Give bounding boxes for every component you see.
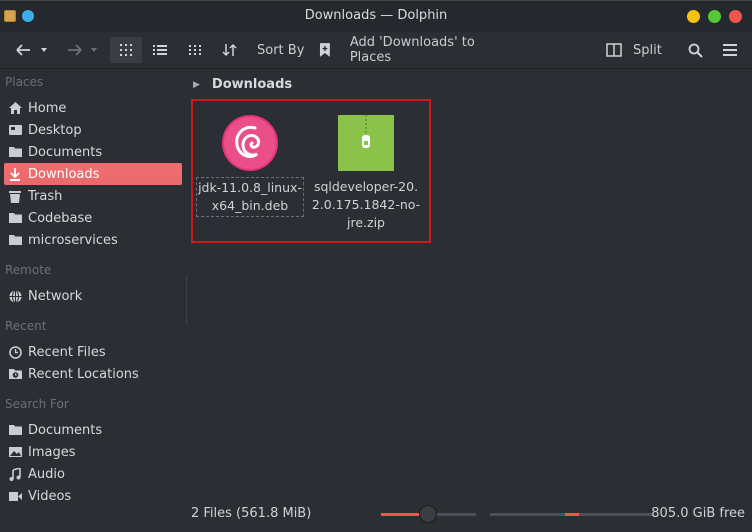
grid-view-icon xyxy=(120,44,132,56)
sidebar-item-network[interactable]: Network xyxy=(4,285,182,307)
sort-icon xyxy=(222,43,237,57)
details-view-button[interactable] xyxy=(146,37,174,63)
split-button[interactable]: Split xyxy=(606,37,670,63)
sidebar-item-desktop[interactable]: Desktop xyxy=(4,119,182,141)
sidebar-item-label: Images xyxy=(28,444,76,460)
recent-section-title: Recent xyxy=(5,319,47,333)
sidebar-item-recent-files[interactable]: Recent Files xyxy=(4,341,182,363)
file-item-sqldeveloper[interactable]: sqldeveloper-20. 2.0.175.1842-no- jre.zi… xyxy=(310,115,422,233)
debian-package-icon xyxy=(222,115,278,171)
sort-by-button[interactable]: Sort By xyxy=(222,37,306,63)
forward-button[interactable] xyxy=(62,37,100,63)
search-button[interactable] xyxy=(682,37,708,63)
bookmark-add-icon xyxy=(319,43,330,57)
file-item-jdk[interactable]: jdk-11.0.8_linux- x64_bin.deb xyxy=(194,115,306,217)
add-to-places-button[interactable]: Add 'Downloads' to Places xyxy=(318,35,518,65)
sidebar-item-label: Recent Files xyxy=(28,344,106,360)
back-button[interactable] xyxy=(12,37,50,63)
recent-files-icon xyxy=(8,345,22,359)
maximize-button[interactable] xyxy=(708,10,721,23)
free-space-used xyxy=(565,513,579,516)
sidebar-item-downloads[interactable]: Downloads xyxy=(4,163,182,185)
trash-icon xyxy=(8,189,22,203)
close-button[interactable] xyxy=(729,10,742,23)
status-summary: 2 Files (561.8 MiB) xyxy=(191,506,312,521)
image-icon xyxy=(8,445,22,459)
file-name: sqldeveloper-20. 2.0.175.1842-no- jre.zi… xyxy=(311,179,421,230)
window-title: Downloads — Dolphin xyxy=(304,8,448,23)
home-icon xyxy=(8,101,22,115)
chevron-right-icon[interactable]: ▶ xyxy=(193,80,200,90)
hamburger-menu-icon xyxy=(723,44,737,56)
desktop-icon xyxy=(8,123,22,137)
sidebar-item-label: Codebase xyxy=(28,210,93,226)
split-label: Split xyxy=(633,42,662,58)
audio-icon xyxy=(8,467,22,481)
recent-locations-icon xyxy=(8,367,22,381)
sidebar-item-trash[interactable]: Trash xyxy=(4,185,182,207)
sidebar-item-codebase[interactable]: Codebase xyxy=(4,207,182,229)
title-bar: Downloads — Dolphin xyxy=(0,0,752,33)
file-name: jdk-11.0.8_linux- x64_bin.deb xyxy=(196,177,304,217)
sidebar-item-label: Network xyxy=(28,288,83,304)
sidebar-item-home[interactable]: Home xyxy=(4,97,182,119)
compact-view-button[interactable] xyxy=(181,37,209,63)
zoom-slider-handle[interactable] xyxy=(419,505,437,523)
minimize-button[interactable] xyxy=(687,10,700,23)
sidebar-item-label: microservices xyxy=(28,232,118,248)
forward-arrow-icon xyxy=(68,44,97,56)
back-arrow-icon xyxy=(16,44,47,56)
sort-by-label: Sort By xyxy=(257,42,305,58)
zoom-slider-fill xyxy=(381,513,421,516)
sidebar-item-label: Audio xyxy=(28,466,65,482)
sidebar-item-label: Home xyxy=(28,100,67,116)
document-icon xyxy=(8,423,22,437)
sidebar-item-label: Desktop xyxy=(28,122,82,138)
status-bar: 2 Files (561.8 MiB) 805.0 GiB free xyxy=(0,501,752,529)
add-to-places-label: Add 'Downloads' to Places xyxy=(349,35,475,65)
file-view[interactable]: ▶ Downloads jdk-11.0.8_linux- x64_bin.de… xyxy=(187,69,752,501)
sidebar-item-documents[interactable]: Documents xyxy=(4,141,182,163)
split-view-icon xyxy=(606,43,622,57)
sidebar-item-search-documents[interactable]: Documents xyxy=(4,419,182,441)
icons-view-button[interactable] xyxy=(110,37,142,63)
sidebar-item-search-images[interactable]: Images xyxy=(4,441,182,463)
folder-icon xyxy=(8,145,22,159)
zip-archive-icon xyxy=(338,115,394,171)
free-space-label: 805.0 GiB free xyxy=(651,506,745,521)
sidebar-item-microservices[interactable]: microservices xyxy=(4,229,182,251)
folder-icon xyxy=(8,211,22,225)
folder-icon xyxy=(8,233,22,247)
sidebar-item-label: Recent Locations xyxy=(28,366,139,382)
toolbar: Sort By Add 'Downloads' to Places Split xyxy=(0,32,752,69)
list-view-icon xyxy=(153,45,167,55)
search-section-title: Search For xyxy=(5,397,69,411)
sidebar-item-recent-locations[interactable]: Recent Locations xyxy=(4,363,182,385)
network-icon xyxy=(8,289,22,303)
breadcrumb: ▶ Downloads xyxy=(193,77,292,92)
sidebar-item-label: Documents xyxy=(28,144,103,160)
sidebar-item-label: Trash xyxy=(28,188,63,204)
compact-view-icon xyxy=(189,45,201,55)
download-icon xyxy=(8,167,22,181)
places-panel: Places Home Desktop Documents Downloads … xyxy=(0,69,186,532)
sidebar-item-label: Documents xyxy=(28,422,103,438)
menu-button[interactable] xyxy=(716,37,744,63)
remote-section-title: Remote xyxy=(5,263,52,277)
breadcrumb-downloads[interactable]: Downloads xyxy=(212,77,292,92)
sidebar-item-label: Downloads xyxy=(28,166,100,182)
search-icon xyxy=(688,43,703,58)
sidebar-item-search-audio[interactable]: Audio xyxy=(4,463,182,485)
places-section-title: Places xyxy=(5,75,44,89)
